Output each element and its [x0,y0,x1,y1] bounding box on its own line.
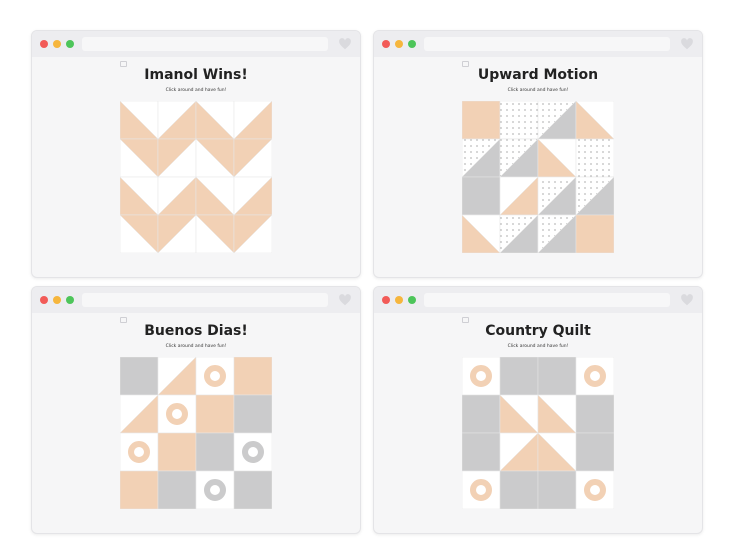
maximize-dot-icon[interactable] [408,296,416,304]
page-subtitle: Click around and have fun! [507,344,569,349]
maximize-dot-icon[interactable] [66,296,74,304]
quilt-tile [575,357,614,396]
browser-window-1: Imanol Wins! Click around and have fun! [31,30,361,278]
quilt-tile [462,357,501,396]
quilt-tile [233,357,272,396]
address-bar[interactable] [424,37,670,51]
close-dot-icon[interactable] [40,40,48,48]
quilt-grid[interactable] [462,357,614,509]
heart-icon[interactable] [680,37,694,51]
page-title: Upward Motion [477,67,599,83]
maximize-dot-icon[interactable] [408,40,416,48]
quilt-tile [499,470,539,509]
quilt-tile [120,432,159,472]
quilt-tile [575,214,614,253]
quilt-tile [157,470,197,509]
minimize-dot-icon[interactable] [395,296,403,304]
quilt-tile [575,432,614,472]
quilt-tile [195,432,235,472]
quilt-tile [462,470,501,509]
close-dot-icon[interactable] [40,296,48,304]
quilt-grid[interactable] [120,357,272,509]
page-subtitle: Click around and have fun! [507,88,569,93]
quilt-grid[interactable] [462,101,614,253]
browser-toolbar [32,31,360,57]
quilt-tile [575,470,614,509]
quilt-tile [157,394,197,434]
minimize-dot-icon[interactable] [53,296,61,304]
quilt-grid[interactable] [120,101,272,253]
quilt-tile [537,470,577,509]
quilt-tile [233,432,272,472]
browser-toolbar [32,287,360,313]
page-title: Buenos Dias! [144,323,248,339]
quilt-tile [157,432,197,472]
quilt-tile [120,357,159,396]
quilt-tile [462,394,501,434]
address-bar[interactable] [82,37,328,51]
maximize-dot-icon[interactable] [66,40,74,48]
browser-window-2: Upward Motion Click around and have fun! [373,30,703,278]
heart-icon[interactable] [680,293,694,307]
close-dot-icon[interactable] [382,296,390,304]
page-title: Country Quilt [485,323,591,339]
page-subtitle: Click around and have fun! [165,88,227,93]
minimize-dot-icon[interactable] [53,40,61,48]
heart-icon[interactable] [338,37,352,51]
quilt-tile [120,470,159,509]
quilt-tile [462,101,501,140]
quilt-tile [575,394,614,434]
heart-icon[interactable] [338,293,352,307]
quilt-tile [499,357,539,396]
browser-window-3: Buenos Dias! Click around and have fun! [31,286,361,534]
quilt-tile [462,432,501,472]
quilt-tile [462,176,501,216]
close-dot-icon[interactable] [382,40,390,48]
quilt-tile [537,357,577,396]
address-bar[interactable] [82,293,328,307]
minimize-dot-icon[interactable] [395,40,403,48]
browser-window-4: Country Quilt Click around and have fun! [373,286,703,534]
browser-toolbar [374,287,702,313]
quilt-tile [575,138,614,178]
quilt-tile [195,470,235,509]
browser-toolbar [374,31,702,57]
quilt-tile [195,357,235,396]
quilt-tile [499,101,539,140]
quilt-tile [195,394,235,434]
page-title: Imanol Wins! [144,67,248,83]
quilt-tile [233,470,272,509]
quilt-tile [233,394,272,434]
address-bar[interactable] [424,293,670,307]
page-subtitle: Click around and have fun! [165,344,227,349]
